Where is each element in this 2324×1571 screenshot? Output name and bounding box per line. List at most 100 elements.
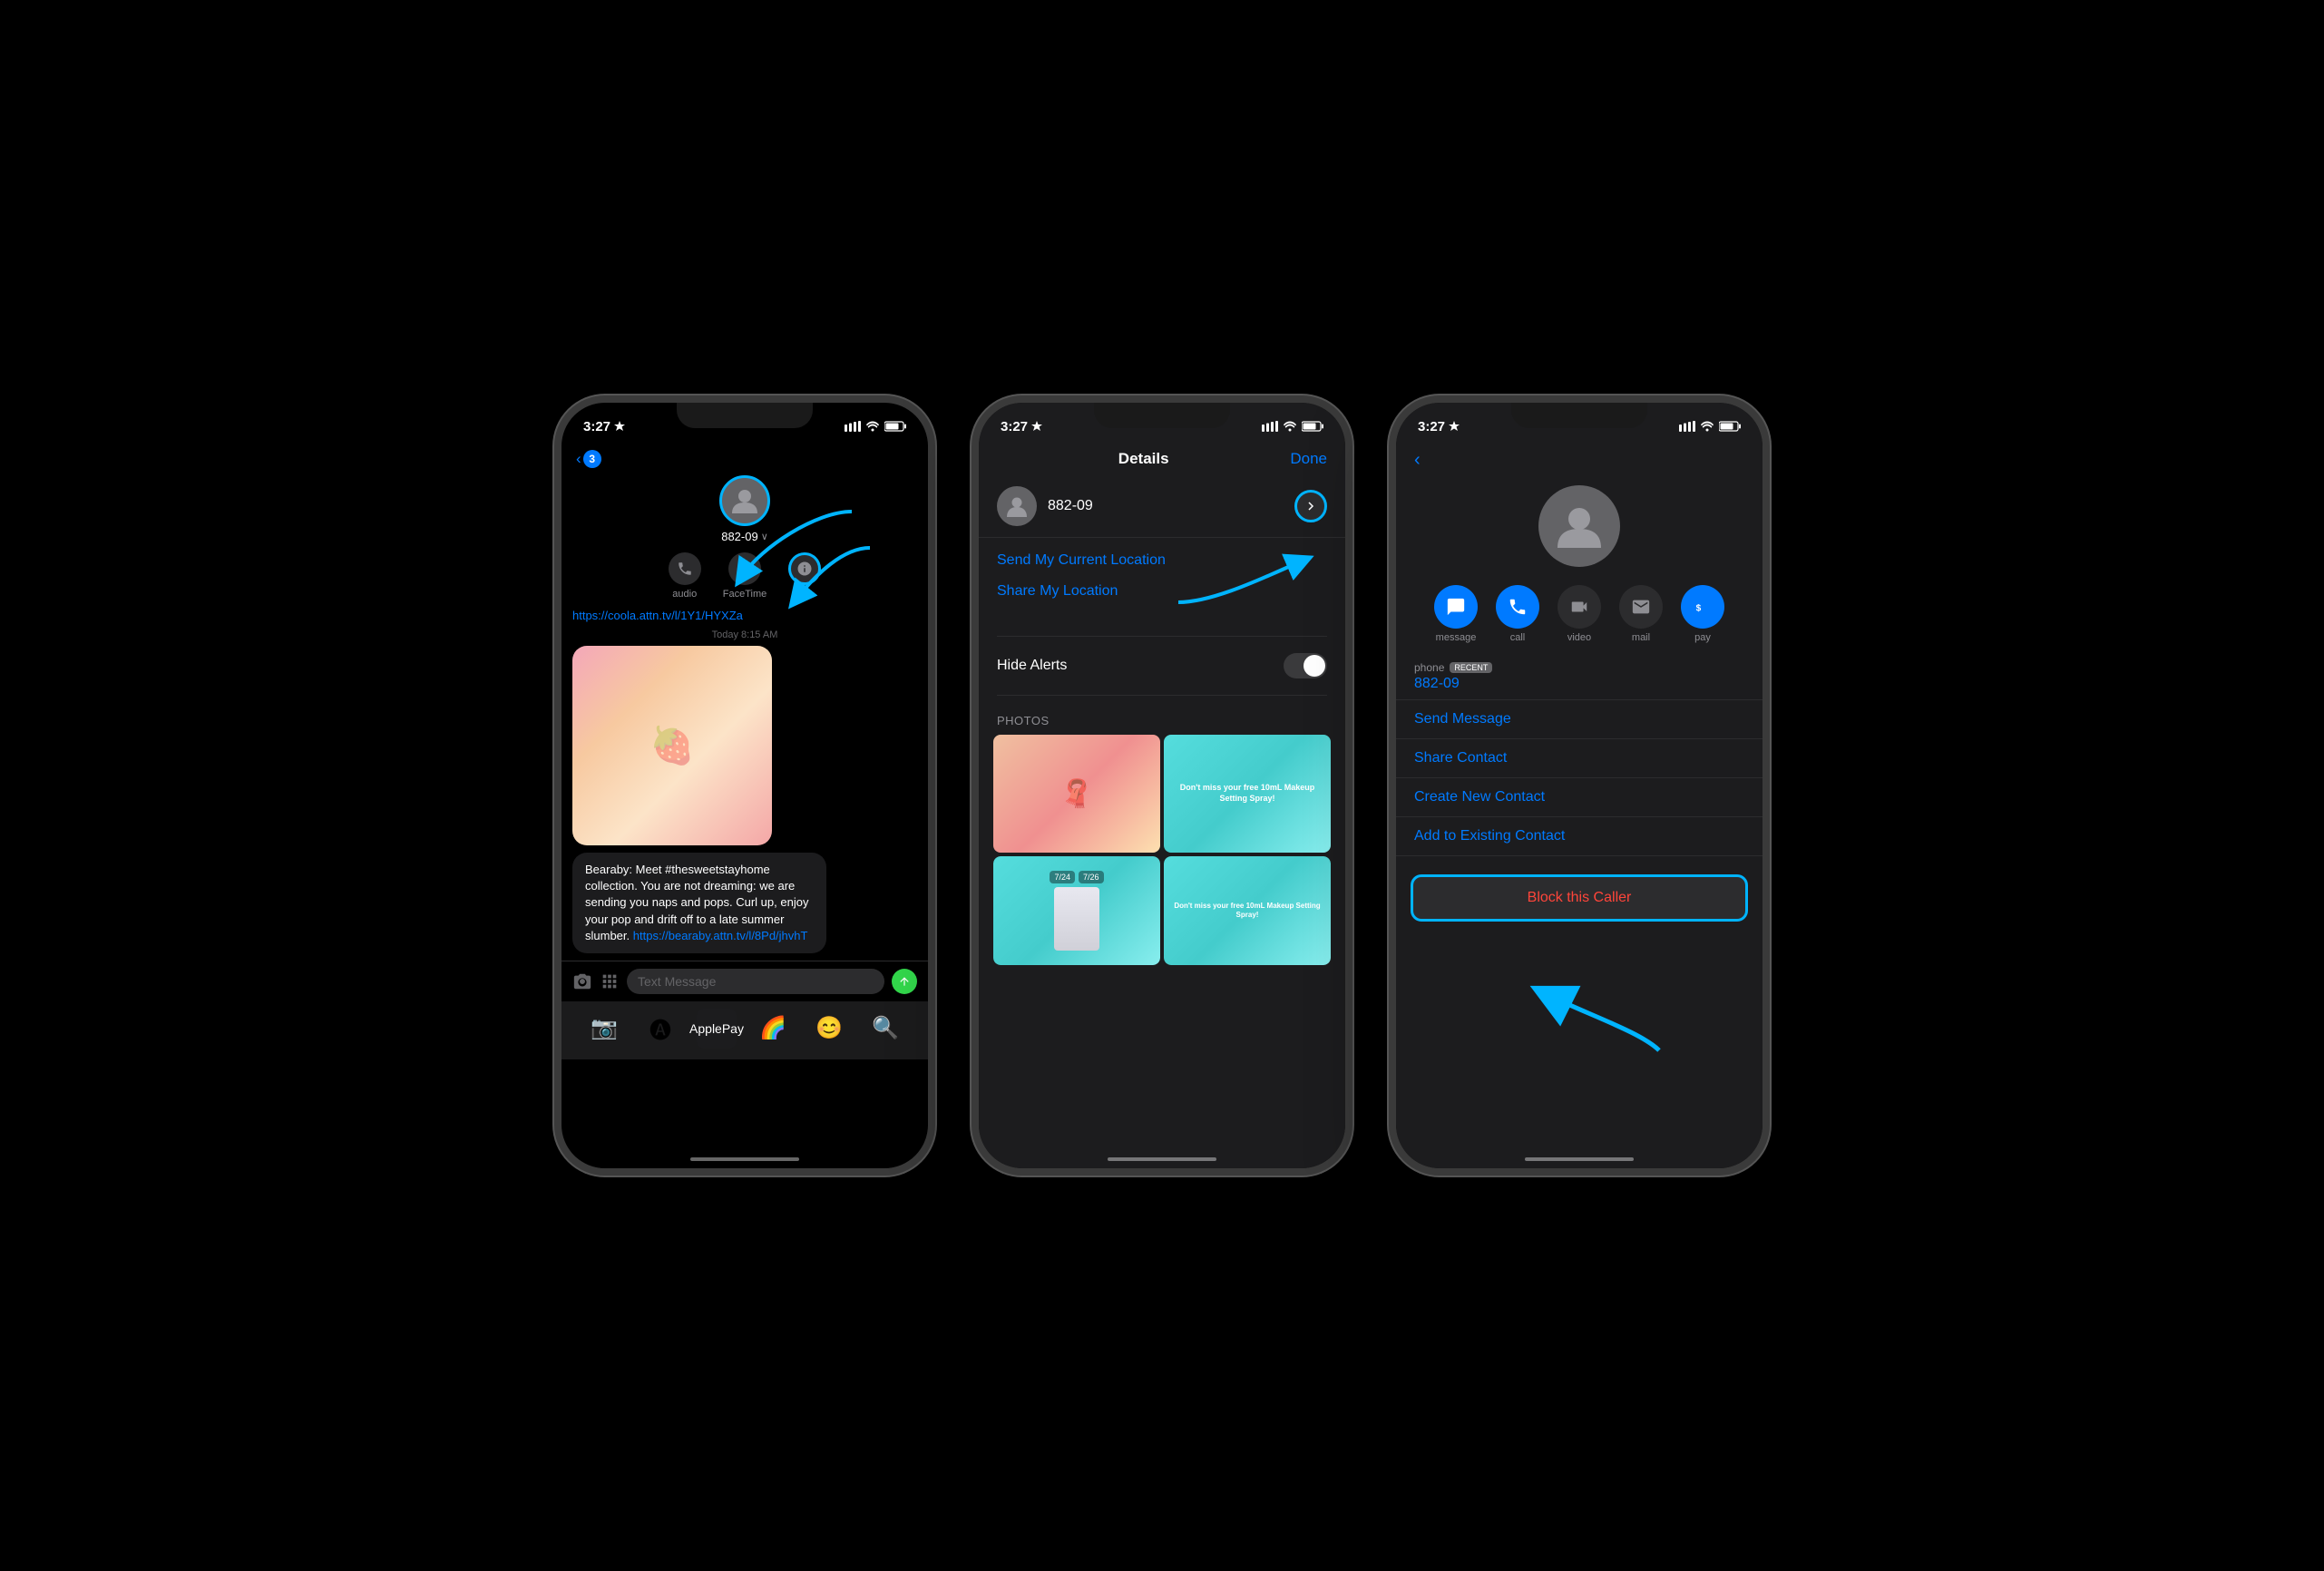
msg-input-icons bbox=[572, 971, 620, 991]
pay-icon: $ bbox=[1681, 585, 1724, 629]
phone-2-screen: 3:27 Details Done 882-0 bbox=[979, 403, 1345, 1168]
hide-alerts-toggle[interactable] bbox=[1284, 653, 1327, 678]
video-icon bbox=[1557, 585, 1601, 629]
photo-2: Don't miss your free 10mL Makeup Setting… bbox=[1164, 735, 1331, 853]
call-action[interactable]: call bbox=[1496, 585, 1539, 643]
details-title: Details bbox=[1118, 450, 1169, 468]
phone-3-screen: 3:27 ‹ bbox=[1396, 403, 1763, 1168]
send-message-row[interactable]: Send Message bbox=[1396, 700, 1763, 739]
camera-icon[interactable] bbox=[572, 971, 592, 991]
phone-3: 3:27 ‹ bbox=[1389, 395, 1770, 1176]
msg-time: Today 8:15 AM bbox=[572, 629, 917, 640]
facetime-label: FaceTime bbox=[723, 589, 767, 600]
info-action[interactable]: info bbox=[788, 552, 821, 600]
photo-2-text: Don't miss your free 10mL Makeup Setting… bbox=[1171, 783, 1323, 804]
home-indicator-3 bbox=[1525, 1157, 1634, 1161]
share-contact-row[interactable]: Share Contact bbox=[1396, 739, 1763, 778]
details-done-button[interactable]: Done bbox=[1290, 450, 1327, 468]
msg-bubble: Bearaby: Meet #thesweetstayhome collecti… bbox=[572, 853, 826, 953]
phone-number[interactable]: 882-09 bbox=[1414, 676, 1744, 692]
msg-nav: ‹ 3 bbox=[561, 443, 928, 472]
status-icons-2 bbox=[1262, 421, 1323, 432]
audio-label: audio bbox=[672, 589, 697, 600]
dock-memoji[interactable]: 😊 bbox=[809, 1009, 849, 1049]
home-indicator-1 bbox=[690, 1157, 799, 1161]
contact-avatar-large bbox=[1538, 485, 1620, 567]
mail-action[interactable]: mail bbox=[1619, 585, 1663, 643]
add-existing-link[interactable]: Add to Existing Contact bbox=[1414, 828, 1565, 844]
arrow-3 bbox=[1160, 530, 1323, 620]
msg-actions: audio FaceTime info bbox=[561, 547, 928, 609]
divider-1 bbox=[997, 636, 1327, 637]
arrow-4 bbox=[1514, 951, 1695, 1059]
recent-badge: RECENT bbox=[1450, 662, 1492, 673]
details-avatar bbox=[997, 486, 1037, 526]
add-existing-row[interactable]: Add to Existing Contact bbox=[1396, 817, 1763, 856]
photos-grid: 🧣 Don't miss your free 10mL Makeup Setti… bbox=[979, 735, 1345, 965]
msg-text: Bearaby: Meet #thesweetstayhome collecti… bbox=[585, 862, 814, 944]
message-action[interactable]: message bbox=[1434, 585, 1478, 643]
status-bar-3: 3:27 bbox=[1396, 403, 1763, 443]
mail-icon bbox=[1619, 585, 1663, 629]
mail-action-label: mail bbox=[1632, 632, 1650, 643]
dock-photos[interactable]: 📷 bbox=[584, 1009, 624, 1049]
audio-action[interactable]: audio bbox=[669, 552, 701, 600]
phone-info-row: phone RECENT 882-09 bbox=[1396, 654, 1763, 700]
msg-contact-name: 882-09 ∨ bbox=[721, 530, 768, 543]
apps-icon[interactable] bbox=[600, 971, 620, 991]
pay-action[interactable]: $ pay bbox=[1681, 585, 1724, 643]
msg-image bbox=[572, 646, 772, 845]
status-time-3: 3:27 bbox=[1418, 419, 1460, 434]
dock-applepay[interactable]: ApplePay bbox=[697, 1009, 737, 1049]
details-chevron[interactable] bbox=[1294, 490, 1327, 522]
block-caller-button[interactable]: Block this Caller bbox=[1411, 874, 1748, 922]
call-action-label: call bbox=[1510, 632, 1526, 643]
create-contact-row[interactable]: Create New Contact bbox=[1396, 778, 1763, 817]
msg-body: https://coola.attn.tv/l/1Y1/HYXZa Today … bbox=[561, 609, 928, 961]
msg-avatar[interactable] bbox=[719, 475, 770, 526]
hide-alerts-row: Hide Alerts bbox=[979, 644, 1345, 688]
send-button[interactable] bbox=[892, 969, 917, 994]
msg-back-button[interactable]: ‹ 3 bbox=[576, 450, 601, 468]
block-caller-section: Block this Caller bbox=[1396, 864, 1763, 932]
create-contact-link[interactable]: Create New Contact bbox=[1414, 789, 1545, 805]
photos-header: PHOTOS bbox=[979, 703, 1345, 735]
dock-bar: 📷 🅐 ApplePay 🌈 😊 🔍 bbox=[561, 1001, 928, 1059]
facetime-action[interactable]: FaceTime bbox=[723, 552, 767, 600]
send-message-link[interactable]: Send Message bbox=[1414, 711, 1511, 727]
call-icon bbox=[1496, 585, 1539, 629]
status-icons-3 bbox=[1679, 421, 1741, 432]
divider-2 bbox=[997, 695, 1327, 696]
msg-contact-area: 882-09 ∨ bbox=[561, 472, 928, 547]
dock-search[interactable]: 🔍 bbox=[865, 1009, 905, 1049]
home-indicator-2 bbox=[1108, 1157, 1216, 1161]
share-contact-link[interactable]: Share Contact bbox=[1414, 750, 1507, 766]
contact-back-button[interactable]: ‹ bbox=[1414, 450, 1421, 471]
msg-link-2[interactable]: https://bearaby.attn.tv/l/8Pd/jhvhT bbox=[633, 929, 808, 942]
facetime-icon bbox=[728, 552, 761, 585]
phone-2: 3:27 Details Done 882-0 bbox=[972, 395, 1352, 1176]
msg-badge: 3 bbox=[583, 450, 601, 468]
status-time-2: 3:27 bbox=[1001, 419, 1042, 434]
contact-actions: message call video bbox=[1396, 581, 1763, 654]
photo-1: 🧣 bbox=[993, 735, 1160, 853]
status-bar-2: 3:27 bbox=[979, 403, 1345, 443]
img-placeholder bbox=[572, 646, 772, 845]
dock-activity[interactable]: 🌈 bbox=[753, 1009, 793, 1049]
details-contact-row[interactable]: 882-09 bbox=[979, 475, 1345, 538]
info-icon bbox=[788, 552, 821, 585]
scene: 3:27 ‹ 3 bbox=[0, 0, 2324, 1571]
status-bar-1: 3:27 bbox=[561, 403, 928, 443]
msg-link-1[interactable]: https://coola.attn.tv/l/1Y1/HYXZa bbox=[572, 609, 917, 622]
info-label: info bbox=[796, 589, 813, 600]
video-action-label: video bbox=[1567, 632, 1591, 643]
hide-alerts-label: Hide Alerts bbox=[997, 658, 1067, 674]
photo-3: 7/24 7/26 bbox=[993, 856, 1160, 965]
message-action-label: message bbox=[1436, 632, 1477, 643]
msg-input-bar: Text Message bbox=[561, 961, 928, 1001]
photo-4-text: Don't miss your free 10mL Makeup Setting… bbox=[1171, 902, 1323, 921]
video-action[interactable]: video bbox=[1557, 585, 1601, 643]
details-nav: Details Done bbox=[979, 443, 1345, 475]
msg-input[interactable]: Text Message bbox=[627, 969, 884, 994]
dock-appstore[interactable]: 🅐 bbox=[640, 1009, 680, 1049]
